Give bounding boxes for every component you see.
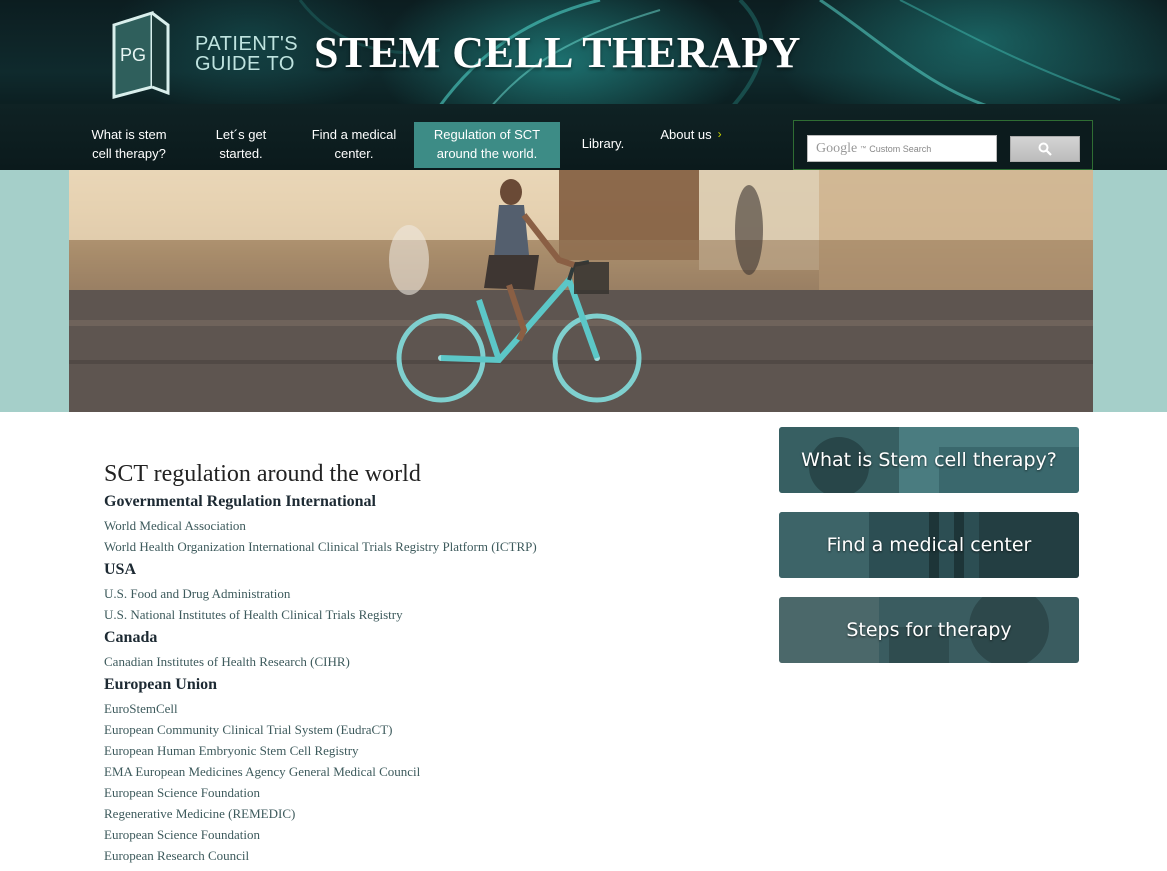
hero-illustration	[69, 170, 1093, 412]
svg-text:PG: PG	[120, 45, 146, 65]
link-nih-clinical-trials[interactable]: U.S. National Institutes of Health Clini…	[104, 604, 744, 625]
google-brand: Google	[816, 140, 858, 156]
search-box: Google ™ Custom Search	[793, 120, 1093, 170]
tile-label: Steps for therapy	[846, 619, 1012, 641]
chevron-right-icon: ›	[717, 127, 722, 141]
pg-logo-icon[interactable]: PG	[108, 11, 174, 99]
link-hesc-registry[interactable]: European Human Embryonic Stem Cell Regis…	[104, 740, 744, 761]
link-ema[interactable]: EMA European Medicines Agency General Me…	[104, 761, 744, 782]
section-heading: Governmental Regulation International	[104, 493, 376, 510]
section-heading: USA	[104, 561, 137, 578]
nav-item-regulation-of-sct[interactable]: Regulation of SCT around the world.	[414, 122, 560, 168]
nav-label-line2: around the world.	[436, 146, 538, 161]
section-usa: USA U.S. Food and Drug Administration U.…	[104, 560, 744, 625]
tile-label: What is Stem cell therapy?	[801, 449, 1057, 471]
tile-steps-for-therapy[interactable]: Steps for therapy	[779, 597, 1079, 663]
link-european-science-foundation[interactable]: European Science Foundation	[104, 782, 744, 803]
logo-line2: GUIDE TO	[195, 53, 295, 75]
nav-item-about-us[interactable]: About us ›	[651, 124, 731, 170]
link-remedic[interactable]: Regenerative Medicine (REMEDIC)	[104, 803, 744, 824]
search-input[interactable]: Google ™ Custom Search	[807, 135, 997, 162]
logo-subtitle: PATIENT'S GUIDE TO	[195, 34, 305, 74]
trademark-symbol: ™	[860, 145, 867, 152]
nav-item-what-is-stem-cell-therapy[interactable]: What is stem cell therapy?	[81, 124, 177, 170]
link-european-research-council[interactable]: European Research Council	[104, 845, 744, 866]
nav-label-line2: cell therapy?	[92, 146, 166, 161]
search-icon	[1038, 142, 1052, 156]
regulation-content: SCT regulation around the world Governme…	[104, 458, 744, 866]
link-cihr[interactable]: Canadian Institutes of Health Research (…	[104, 651, 744, 672]
link-eudract[interactable]: European Community Clinical Trial System…	[104, 719, 744, 740]
search-button[interactable]	[1010, 136, 1080, 162]
link-eurostemcell[interactable]: EuroStemCell	[104, 698, 744, 719]
nav-label-line1: Library.	[581, 136, 625, 151]
site-header: PG PATIENT'S GUIDE TO STEM CELL THERAPY	[0, 0, 1167, 120]
nav-label-line1: What is stem	[91, 127, 167, 142]
site-title[interactable]: STEM CELL THERAPY	[314, 28, 801, 78]
nav-label-line2: started.	[219, 146, 263, 161]
nav-label-line1: Find a medical	[311, 127, 397, 142]
tile-find-a-medical-center[interactable]: Find a medical center	[779, 512, 1079, 578]
page-title: SCT regulation around the world	[104, 461, 421, 487]
nav-item-library[interactable]: Library.	[569, 124, 637, 170]
section-canada: Canada Canadian Institutes of Health Res…	[104, 628, 744, 672]
section-european-union: European Union EuroStemCell European Com…	[104, 675, 744, 866]
tile-label: Find a medical center	[826, 534, 1032, 556]
nav-item-lets-get-started[interactable]: Let´s get started.	[195, 124, 287, 170]
search-placeholder: Custom Search	[869, 143, 932, 154]
section-heading: European Union	[104, 676, 218, 693]
link-who-ictrp[interactable]: World Health Organization International …	[104, 536, 744, 557]
main-nav: What is stem cell therapy? Let´s get start…	[0, 104, 1167, 170]
nav-label-line2: center.	[334, 146, 374, 161]
link-european-science-foundation-2[interactable]: European Science Foundation	[104, 824, 744, 845]
hero-image-cyclist	[69, 170, 1093, 412]
section-international: Governmental Regulation International Wo…	[104, 492, 744, 557]
logo-line1: PATIENT'S	[195, 33, 299, 55]
nav-label-line1: Let´s get	[215, 127, 267, 142]
link-fda[interactable]: U.S. Food and Drug Administration	[104, 583, 744, 604]
nav-label-line1: Regulation of SCT	[433, 127, 541, 142]
tile-what-is-stem-cell-therapy[interactable]: What is Stem cell therapy?	[779, 427, 1079, 493]
link-world-medical-association[interactable]: World Medical Association	[104, 515, 744, 536]
section-heading: Canada	[104, 629, 158, 646]
nav-item-find-a-medical-center[interactable]: Find a medical center.	[303, 124, 405, 170]
nav-label-line1: About us	[660, 127, 712, 142]
